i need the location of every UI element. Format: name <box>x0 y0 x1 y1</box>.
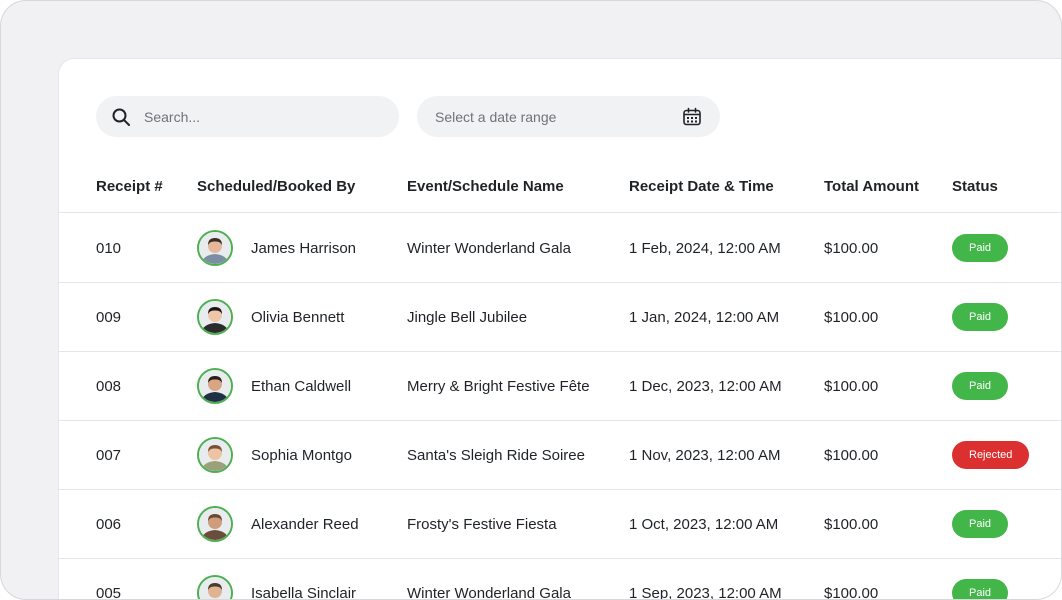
search-input[interactable]: Search... <box>144 109 200 125</box>
column-header-receipt[interactable]: Receipt # <box>96 159 163 213</box>
table-row[interactable]: 005 Isabella Sinclair Winter Wonderland … <box>59 559 1061 600</box>
status-badge: Rejected <box>952 441 1030 469</box>
booked-by-name: Olivia Bennett <box>251 308 345 326</box>
column-header-booked-by[interactable]: Scheduled/Booked By <box>197 159 355 213</box>
event-name: Winter Wonderland Gala <box>407 584 571 600</box>
receipt-date: 1 Dec, 2023, 12:00 AM <box>629 377 782 395</box>
total-amount: $100.00 <box>824 515 879 533</box>
booked-by-name: Ethan Caldwell <box>251 377 352 395</box>
column-header-status[interactable]: Status <box>952 159 998 213</box>
event-name: Merry & Bright Festive Fête <box>407 377 590 395</box>
event-name: Winter Wonderland Gala <box>407 239 571 257</box>
booked-by-cell: Alexander Reed <box>197 490 359 558</box>
total-amount: $100.00 <box>824 446 879 464</box>
table-row[interactable]: 006 Alexander Reed Frosty's Festive Fies… <box>59 490 1061 559</box>
person-icon <box>199 301 231 333</box>
booked-by-name: Sophia Montgo <box>251 446 352 464</box>
booked-by-name: Isabella Sinclair <box>251 584 357 600</box>
receipt-number: 010 <box>96 239 122 257</box>
search-icon <box>112 108 130 126</box>
booked-by-cell: Sophia Montgo <box>197 421 352 489</box>
table-header: Receipt # Scheduled/Booked By Event/Sche… <box>59 159 1061 213</box>
booked-by-cell: Ethan Caldwell <box>197 352 351 420</box>
receipt-number: 009 <box>96 308 122 326</box>
total-amount: $100.00 <box>824 239 879 257</box>
receipt-date: 1 Nov, 2023, 12:00 AM <box>629 446 781 464</box>
booked-by-name: Alexander Reed <box>251 515 359 533</box>
search-box[interactable]: Search... <box>96 96 399 137</box>
person-icon <box>199 232 231 264</box>
total-amount: $100.00 <box>824 308 879 326</box>
status-cell: Paid <box>952 490 1009 558</box>
person-icon <box>199 370 231 402</box>
event-name: Santa's Sleigh Ride Soiree <box>407 446 585 464</box>
receipt-date: 1 Oct, 2023, 12:00 AM <box>629 515 779 533</box>
receipt-number: 006 <box>96 515 122 533</box>
status-badge: Paid <box>952 372 1009 400</box>
date-range-input[interactable]: Select a date range <box>435 109 556 125</box>
status-badge: Paid <box>952 234 1009 262</box>
calendar-icon[interactable] <box>682 107 702 127</box>
receipt-number: 007 <box>96 446 122 464</box>
event-name: Frosty's Festive Fiesta <box>407 515 557 533</box>
status-badge: Paid <box>952 303 1009 331</box>
booked-by-name: James Harrison <box>251 239 357 257</box>
person-icon <box>199 577 231 599</box>
status-cell: Rejected <box>952 421 1030 489</box>
status-badge: Paid <box>952 579 1009 599</box>
receipt-date: 1 Sep, 2023, 12:00 AM <box>629 584 782 600</box>
status-cell: Paid <box>952 283 1009 351</box>
avatar <box>197 368 233 404</box>
booked-by-cell: Isabella Sinclair <box>197 559 357 600</box>
table-row[interactable]: 010 James Harrison Winter Wonderland Gal… <box>59 214 1061 283</box>
status-cell: Paid <box>952 214 1009 282</box>
total-amount: $100.00 <box>824 377 879 395</box>
avatar <box>197 230 233 266</box>
status-cell: Paid <box>952 559 1009 599</box>
receipt-number: 008 <box>96 377 122 395</box>
column-header-date[interactable]: Receipt Date & Time <box>629 159 774 213</box>
table-row[interactable]: 007 Sophia Montgo Santa's Sleigh Ride So… <box>59 421 1061 490</box>
avatar <box>197 299 233 335</box>
person-icon <box>199 439 231 471</box>
status-badge: Paid <box>952 510 1009 538</box>
receipt-number: 005 <box>96 584 122 600</box>
table-row[interactable]: 008 Ethan Caldwell Merry & Bright Festiv… <box>59 352 1061 421</box>
booked-by-cell: James Harrison <box>197 214 356 282</box>
avatar <box>197 437 233 473</box>
person-icon <box>199 508 231 540</box>
event-name: Jingle Bell Jubilee <box>407 308 528 326</box>
avatar <box>197 506 233 542</box>
status-cell: Paid <box>952 352 1009 420</box>
receipt-date: 1 Jan, 2024, 12:00 AM <box>629 308 780 326</box>
receipt-date: 1 Feb, 2024, 12:00 AM <box>629 239 781 257</box>
receipts-panel: Search... Select a date range Receipt # … <box>58 58 1061 600</box>
app-frame: Search... Select a date range Receipt # … <box>0 0 1062 600</box>
total-amount: $100.00 <box>824 584 879 600</box>
column-header-event[interactable]: Event/Schedule Name <box>407 159 564 213</box>
date-range-picker[interactable]: Select a date range <box>417 96 720 137</box>
booked-by-cell: Olivia Bennett <box>197 283 344 351</box>
table-row[interactable]: 009 Olivia Bennett Jingle Bell Jubilee 1… <box>59 283 1061 352</box>
avatar <box>197 575 233 599</box>
column-header-amount[interactable]: Total Amount <box>824 159 919 213</box>
